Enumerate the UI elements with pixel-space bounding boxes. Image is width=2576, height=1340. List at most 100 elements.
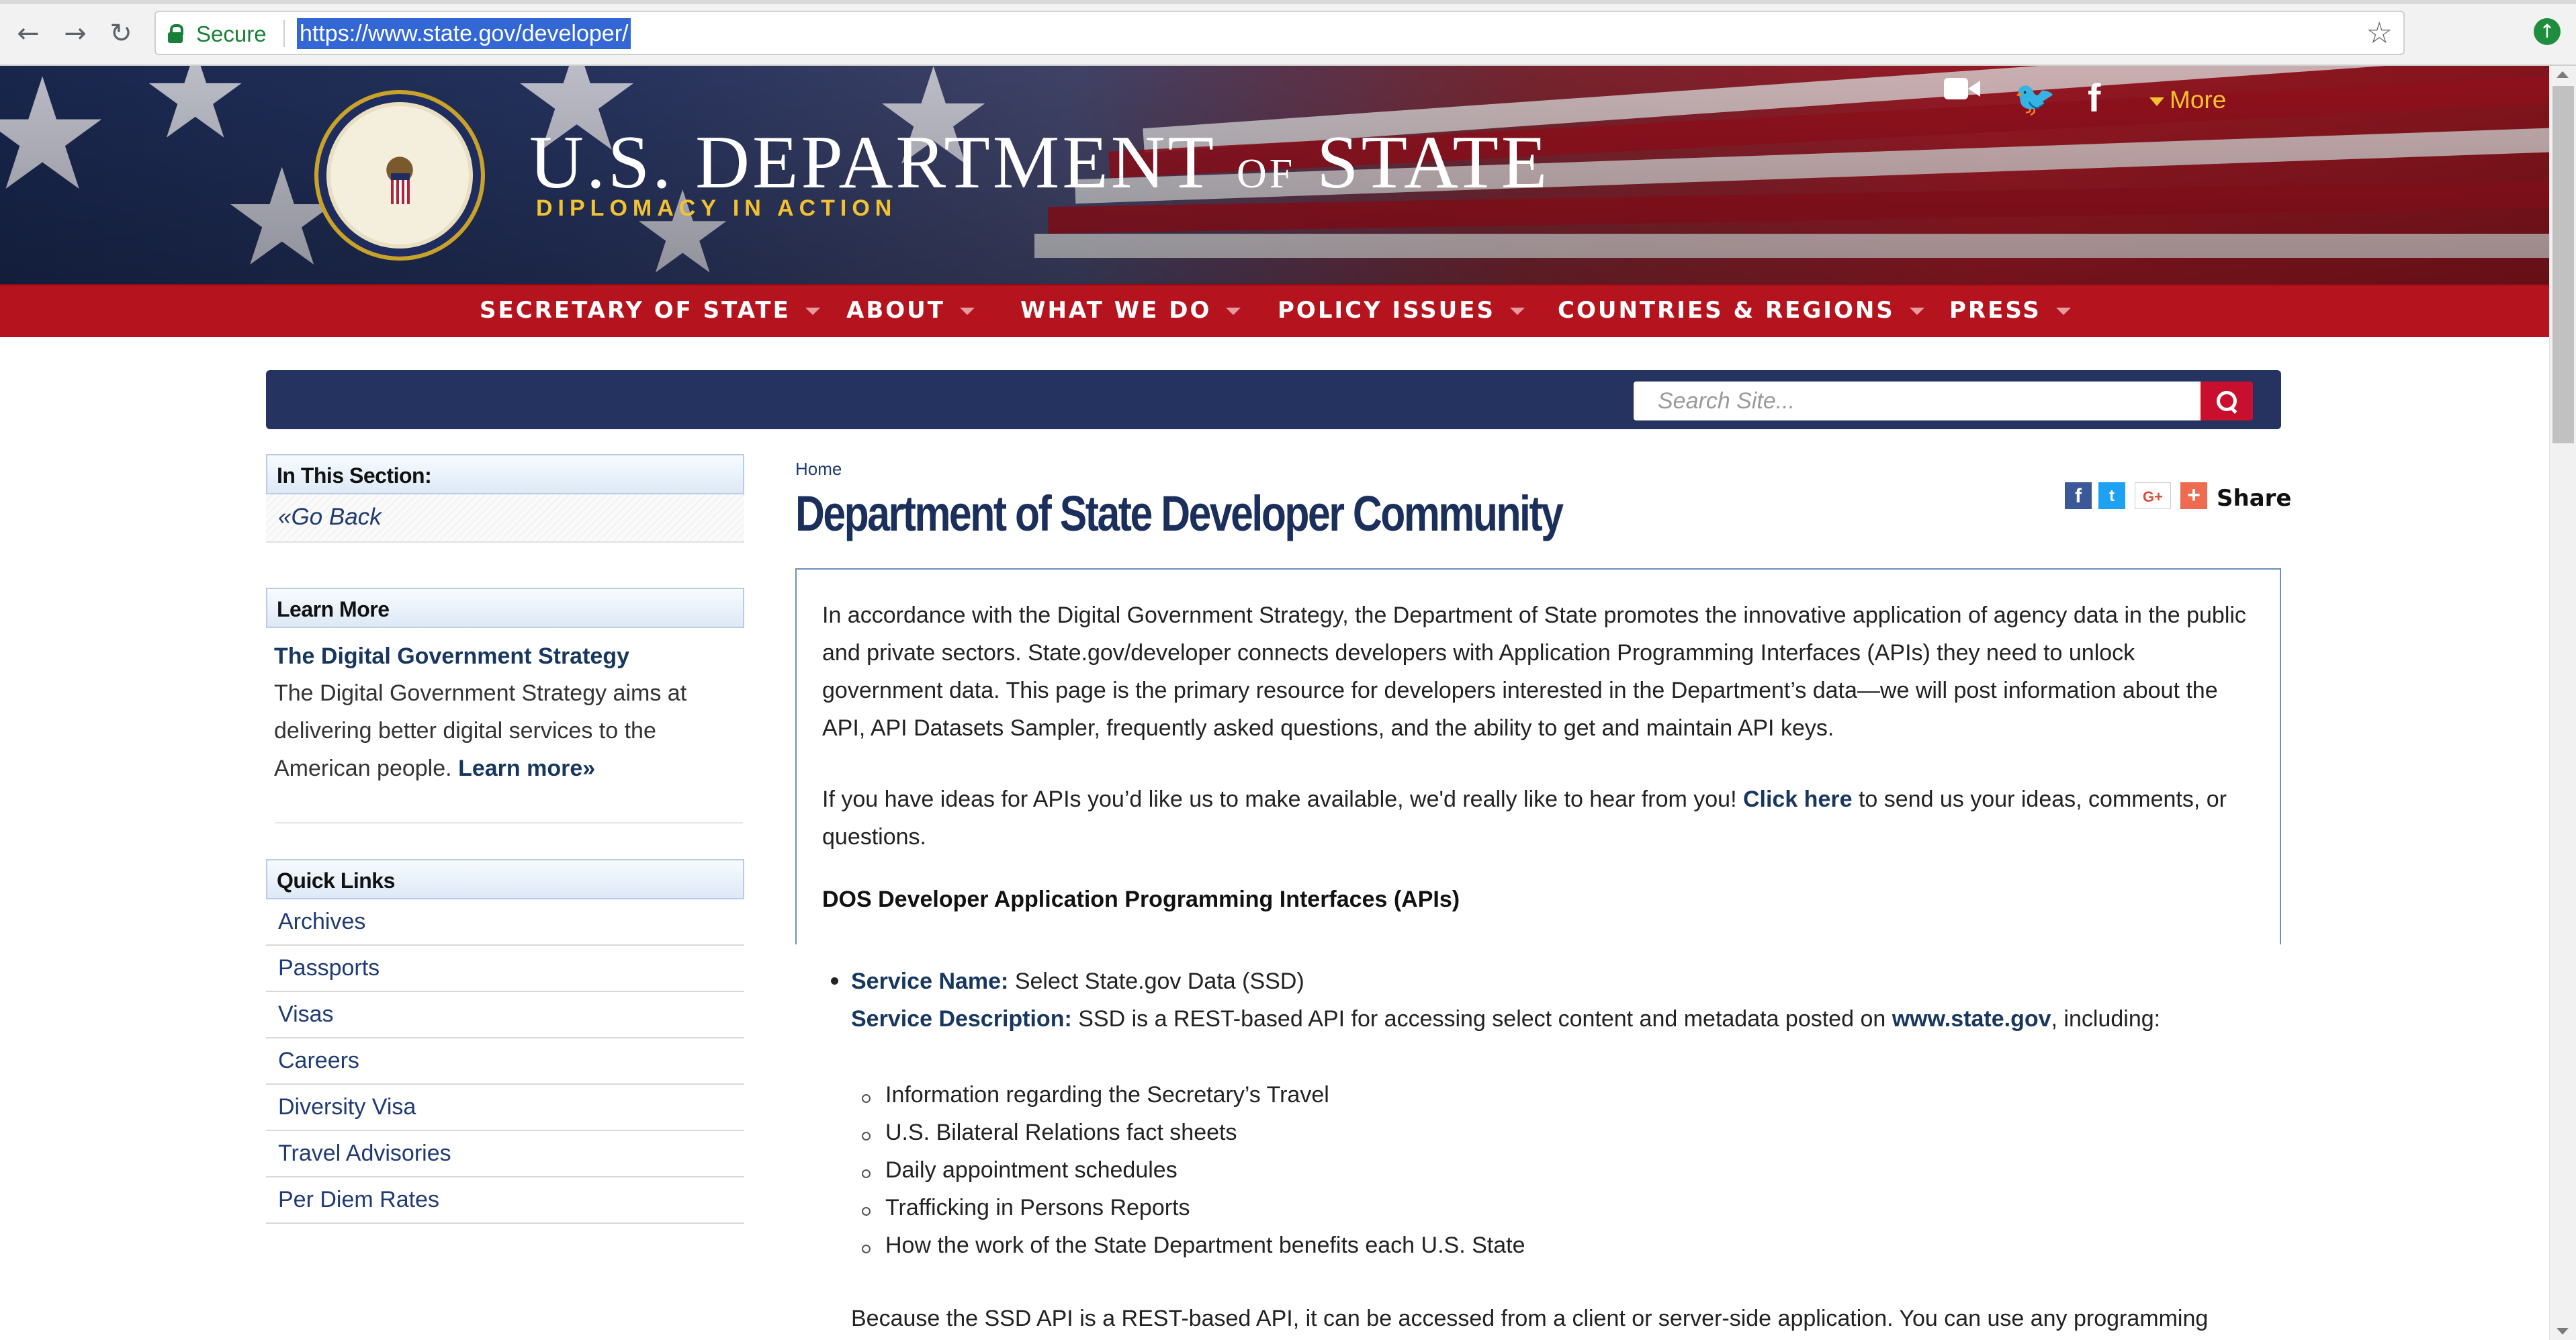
nav-item-secretary-of-state[interactable]: SECRETARY OF STATE xyxy=(480,297,820,324)
nav-label: COUNTRIES & REGIONS xyxy=(1558,297,1895,324)
learn-more-title-link[interactable]: The Digital Government Strategy xyxy=(274,643,629,670)
chevron-down-icon xyxy=(1226,308,1241,315)
service-description-value: SSD is a REST-based API for accessing se… xyxy=(1078,1006,1886,1032)
page-scrollbar[interactable] xyxy=(2549,66,2576,1340)
more-label: More xyxy=(2170,86,2227,114)
service-name-value: Select State.gov Data (SSD) xyxy=(1014,969,1304,994)
scrollbar-thumb[interactable] xyxy=(2552,86,2574,443)
intro-paragraph: In accordance with the Digital Governmen… xyxy=(822,602,2246,741)
intro-fade xyxy=(797,918,2280,944)
site-title-part: U.S. DEPARTMENT xyxy=(529,121,1216,204)
go-back-label: Go Back xyxy=(291,504,382,530)
circle-bullet xyxy=(862,1245,871,1253)
site-tagline: DIPLOMACY IN ACTION xyxy=(536,195,897,221)
chevron-down-icon xyxy=(2055,308,2071,315)
browser-toolbar: ← → ↻ Secure https://www.state.gov/devel… xyxy=(0,0,2576,66)
ideas-paragraph: If you have ideas for APIs you’d like us… xyxy=(822,780,2260,856)
quick-link-travel-advisories[interactable]: Travel Advisories xyxy=(266,1131,744,1177)
sidebar-divider xyxy=(275,822,743,823)
list-item: How the work of the State Department ben… xyxy=(885,1233,1525,1258)
nav-label: POLICY ISSUES xyxy=(1278,297,1495,324)
address-divider xyxy=(283,20,285,47)
url-text[interactable]: https://www.state.gov/developer/ xyxy=(297,18,631,49)
nav-label: ABOUT xyxy=(846,297,945,324)
go-back-row: «Go Back xyxy=(266,494,744,543)
scroll-down-icon[interactable] xyxy=(2557,1328,2569,1335)
page-title: Department of State Developer Community xyxy=(795,486,1564,541)
quick-link-visas[interactable]: Visas xyxy=(266,992,744,1038)
nav-label: PRESS xyxy=(1949,297,2041,324)
nav-item-about[interactable]: ABOUT xyxy=(846,297,975,324)
caret-down-icon xyxy=(2149,97,2164,106)
department-seal-logo[interactable] xyxy=(314,90,485,261)
secure-label: Secure xyxy=(196,21,267,46)
quick-link-per-diem-rates[interactable]: Per Diem Rates xyxy=(266,1177,744,1224)
bullet-dot xyxy=(831,977,838,985)
apis-heading: DOS Developer Application Programming In… xyxy=(822,887,1460,912)
forward-arrow-icon[interactable]: → xyxy=(56,15,94,52)
plus-share-icon[interactable]: + xyxy=(2180,482,2207,509)
nav-label: WHAT WE DO xyxy=(1020,297,1212,324)
nav-item-what-we-do[interactable]: WHAT WE DO xyxy=(1020,297,1241,324)
list-item: Trafficking in Persons Reports xyxy=(885,1195,1190,1220)
bookmark-star-icon[interactable]: ☆ xyxy=(2366,16,2393,50)
reload-icon[interactable]: ↻ xyxy=(102,15,140,52)
quick-link-archives[interactable]: Archives xyxy=(266,899,744,946)
chevron-down-icon xyxy=(1909,308,1924,315)
extension-icon[interactable]: ↑ xyxy=(2534,18,2561,45)
learn-more-content: The Digital Government Strategy The Digi… xyxy=(266,643,744,798)
go-back-link[interactable]: «Go Back xyxy=(278,504,382,531)
tab-strip xyxy=(0,0,2576,4)
quick-links-box: Quick Links Archives Passports Visas Car… xyxy=(266,859,744,1224)
click-here-link[interactable]: Click here xyxy=(1743,787,1853,812)
circle-bullet xyxy=(862,1094,871,1103)
search-button[interactable] xyxy=(2201,382,2253,420)
site-search-bar xyxy=(266,370,2281,429)
twitter-share-icon[interactable]: t xyxy=(2098,482,2125,509)
scroll-up-icon[interactable] xyxy=(2557,71,2569,78)
address-bar[interactable]: Secure https://www.state.gov/developer/ … xyxy=(154,11,2405,55)
nav-label: SECRETARY OF STATE xyxy=(480,297,791,324)
chevron-down-icon xyxy=(805,308,820,315)
quick-link-careers[interactable]: Careers xyxy=(266,1038,744,1085)
quick-link-diversity-visa[interactable]: Diversity Visa xyxy=(266,1085,744,1131)
service-name-line: Service Name: Select State.gov Data (SSD… xyxy=(851,969,1304,995)
nav-item-countries-regions[interactable]: COUNTRIES & REGIONS xyxy=(1558,297,1924,324)
search-icon xyxy=(2217,391,2237,414)
breadcrumb-home[interactable]: Home xyxy=(795,459,842,480)
back-arrow-icon[interactable]: ← xyxy=(9,15,47,52)
list-item: Daily appointment schedules xyxy=(885,1157,1178,1183)
main-navigation: SECRETARY OF STATE ABOUT WHAT WE DO POLI… xyxy=(0,284,2549,337)
twitter-icon[interactable]: 🐦 xyxy=(2014,82,2055,116)
circle-bullet xyxy=(862,1132,871,1141)
seal-shield xyxy=(391,173,410,204)
ideas-text-before: If you have ideas for APIs you’d like us… xyxy=(822,787,1737,812)
chevron-down-icon xyxy=(1509,308,1525,315)
facebook-share-icon[interactable]: f xyxy=(2065,482,2092,509)
facebook-icon[interactable]: f xyxy=(2088,79,2100,118)
learn-more-header: Learn More xyxy=(266,588,744,628)
circle-bullet xyxy=(862,1207,871,1216)
list-item: U.S. Bilateral Relations fact sheets xyxy=(885,1120,1237,1145)
chevron-down-icon xyxy=(959,308,975,315)
nav-item-press[interactable]: PRESS xyxy=(1949,297,2071,324)
search-input[interactable] xyxy=(1634,382,2201,420)
section-header: In This Section: xyxy=(266,454,744,494)
more-dropdown[interactable]: More xyxy=(2149,86,2226,114)
quick-link-passports[interactable]: Passports xyxy=(266,946,744,992)
lock-icon xyxy=(168,24,183,43)
intro-box: In accordance with the Digital Governmen… xyxy=(795,568,2281,944)
quick-links-header: Quick Links xyxy=(266,859,744,899)
service-description-label: Service Description: xyxy=(851,1006,1072,1032)
service-description-line: Service Description: SSD is a REST-based… xyxy=(851,1006,2160,1032)
circle-bullet xyxy=(862,1169,871,1178)
share-label[interactable]: Share xyxy=(2217,485,2291,512)
learn-more-body: The Digital Government Strategy aims at … xyxy=(274,674,738,787)
site-title[interactable]: U.S. DEPARTMENT OF STATE xyxy=(529,120,1550,206)
site-title-part: STATE xyxy=(1317,121,1550,204)
state-gov-link[interactable]: www.state.gov xyxy=(1892,1006,2051,1032)
learn-more-link[interactable]: Learn more» xyxy=(458,756,595,781)
nav-item-policy-issues[interactable]: POLICY ISSUES xyxy=(1278,297,1525,324)
google-plus-share-icon[interactable]: G+ xyxy=(2135,482,2171,509)
site-banner: ★ ★ ★ ★ ★ ★ U.S. DEPARTMENT OF STATE DIP… xyxy=(0,66,2549,284)
